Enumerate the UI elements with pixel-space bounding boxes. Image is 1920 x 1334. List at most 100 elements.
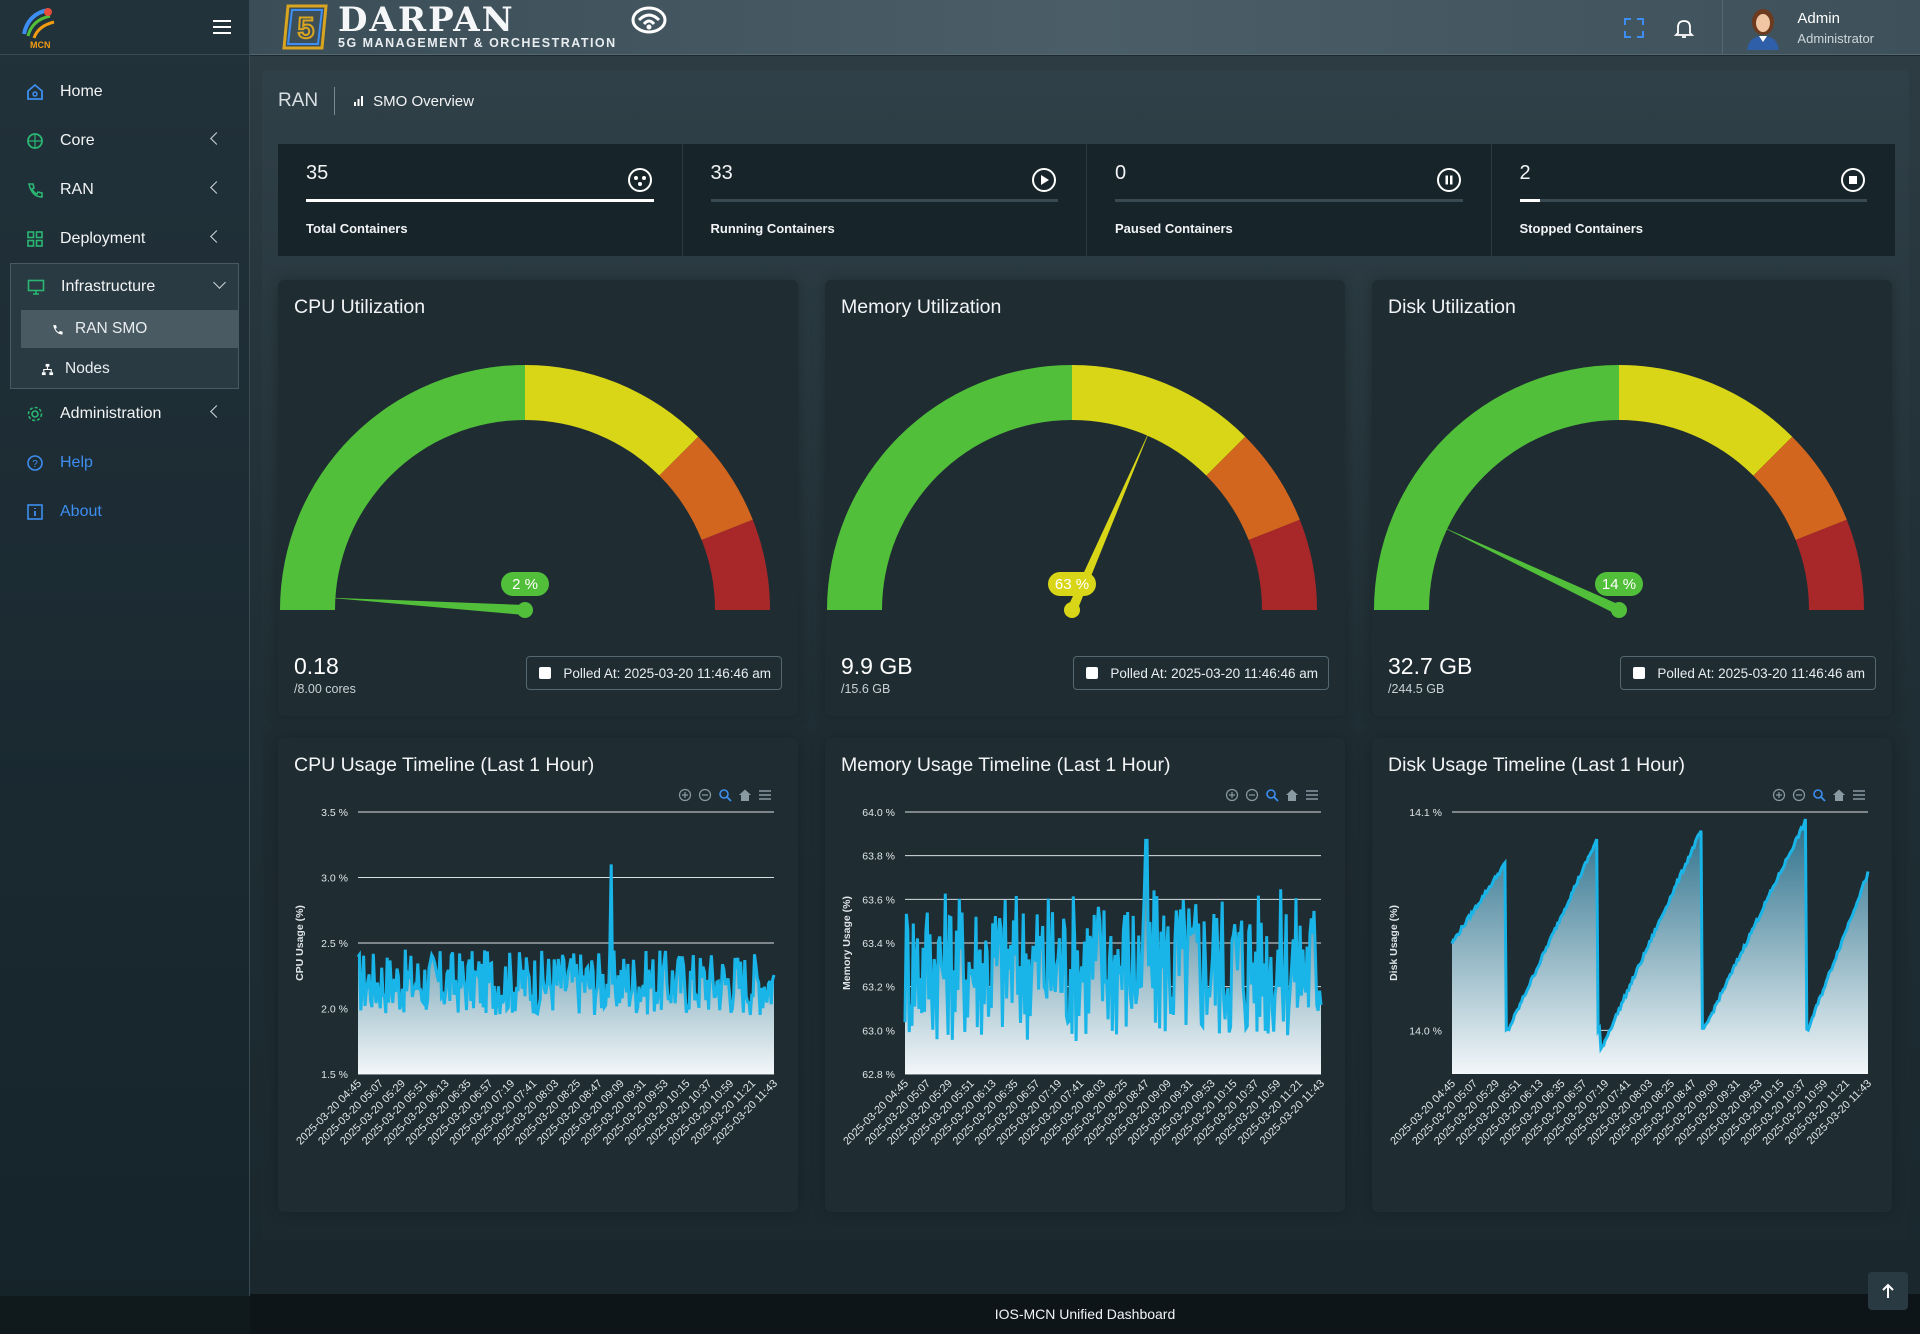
sidebar-item-administration[interactable]: Administration — [0, 389, 249, 438]
chart-menu-icon[interactable] — [1305, 788, 1319, 802]
gauge-card: 2 % CPU Utilization 0.18 /8.00 cores Pol… — [278, 280, 798, 716]
stat-progress-bar — [710, 199, 1058, 202]
gear-icon — [25, 404, 45, 424]
scroll-to-top-button[interactable] — [1868, 1272, 1908, 1310]
brand[interactable]: 5 DARPAN 5G MANAGEMENT & ORCHESTRATION — [280, 2, 669, 52]
zoom-out-icon[interactable] — [1792, 788, 1806, 802]
stat-label: Total Containers — [306, 221, 408, 236]
chevron-left-icon — [210, 405, 223, 418]
gauge-value: 32.7 GB — [1388, 653, 1473, 679]
y-tick-label: 63.4 % — [862, 938, 895, 950]
y-tick-label: 63.0 % — [862, 1025, 895, 1037]
zoom-out-icon[interactable] — [698, 788, 712, 802]
y-tick-label: 14.0 % — [1409, 1025, 1442, 1037]
timeline-title: Disk Usage Timeline (Last 1 Hour) — [1388, 754, 1685, 776]
docker-icon — [627, 168, 652, 192]
timeline-title: Memory Usage Timeline (Last 1 Hour) — [841, 754, 1171, 776]
chevron-down-icon — [213, 276, 226, 289]
sidebar-item-core[interactable]: Core — [0, 116, 249, 165]
arrow-up-icon — [1882, 1283, 1894, 1298]
play-icon — [1032, 168, 1056, 192]
chart-menu-icon[interactable] — [1852, 788, 1866, 802]
sidebar: MCN Home Core RAN Deployment Infrastruct… — [0, 0, 250, 1334]
gauge-capacity: /15.6 GB — [841, 682, 891, 696]
zoom-in-icon[interactable] — [1772, 788, 1786, 802]
selection-zoom-icon[interactable] — [718, 788, 732, 802]
sidebar-item-label: Core — [60, 131, 95, 149]
stat-card: 2 Stopped Containers — [1492, 144, 1896, 256]
breadcrumb-current: SMO Overview — [353, 93, 474, 110]
sidebar-subitem-ran-smo[interactable]: RAN SMO — [21, 310, 238, 348]
logo-label: MCN — [30, 40, 51, 50]
sidebar-subitem-label: Nodes — [65, 360, 110, 377]
gauge-band — [1072, 365, 1246, 476]
timeline-card: 3.5 % 3.0 % 2.5 % 2.0 % 1.5 % CPU Usage (%) 20… — [278, 738, 798, 1212]
gauge-band — [827, 365, 1072, 610]
menu-toggle-icon[interactable] — [213, 20, 231, 34]
gauge-card: 63 % Memory Utilization 9.9 GB /15.6 GB … — [825, 280, 1345, 716]
sidebar-subitem-nodes[interactable]: Nodes — [11, 350, 238, 388]
y-tick-label: 2.5 % — [321, 938, 348, 950]
selection-zoom-icon[interactable] — [1265, 788, 1279, 802]
user-menu[interactable]: Admin Administrator — [1722, 0, 1920, 55]
gauge-percent-label: 2 % — [512, 576, 538, 593]
stat-value: 2 — [1519, 162, 1531, 184]
breadcrumb-current-label: SMO Overview — [373, 92, 474, 110]
series-line — [903, 838, 1323, 1042]
y-tick-label: 63.6 % — [862, 894, 895, 906]
gauge-percent-label: 63 % — [1055, 576, 1089, 593]
y-tick-label: 62.8 % — [862, 1069, 895, 1081]
checkbox-icon — [539, 667, 552, 679]
home-icon — [25, 82, 45, 102]
sidebar-item-label: Administration — [60, 404, 162, 422]
gauge-title: Disk Utilization — [1388, 296, 1516, 318]
phone-icon — [25, 180, 45, 200]
sitemap-icon — [41, 363, 55, 376]
gauge-hub — [1064, 602, 1080, 618]
stat-card: 0 Paused Containers — [1087, 144, 1492, 256]
gauge-needle — [1438, 524, 1622, 615]
zoom-in-icon[interactable] — [678, 788, 692, 802]
sidebar-item-deployment[interactable]: Deployment — [0, 214, 249, 263]
reset-home-icon[interactable] — [738, 788, 752, 802]
stat-value: 33 — [710, 162, 733, 184]
sidebar-item-infrastructure[interactable]: Infrastructure — [11, 264, 238, 310]
gauge-band — [1619, 365, 1793, 476]
reset-home-icon[interactable] — [1832, 788, 1846, 802]
footer: IOS-MCN Unified Dashboard — [250, 1294, 1920, 1334]
bell-icon[interactable] — [1672, 16, 1696, 40]
mcn-logo[interactable]: MCN — [18, 4, 58, 50]
gauge-band — [280, 365, 525, 610]
y-tick-label: 63.2 % — [862, 982, 895, 994]
top-header: 5 DARPAN 5G MANAGEMENT & ORCHESTRATION A… — [250, 0, 1920, 55]
timeline-chart: 64.0 % 63.8 % 63.6 % 63.4 % 63.2 % 63.0 % 62.8… — [841, 807, 1327, 1148]
zoom-out-icon[interactable] — [1245, 788, 1259, 802]
sidebar-item-ran[interactable]: RAN — [0, 165, 249, 214]
pause-icon — [1436, 168, 1461, 192]
sidebar-item-home[interactable]: Home — [0, 67, 249, 116]
stat-progress-bar — [1115, 199, 1463, 202]
main-content: RAN SMO Overview 35 Total Containers 33 … — [250, 56, 1920, 1294]
reset-home-icon[interactable] — [1285, 788, 1299, 802]
sidebar-item-about[interactable]: About — [0, 487, 249, 536]
fullscreen-icon[interactable] — [1622, 16, 1646, 40]
selection-zoom-icon[interactable] — [1812, 788, 1826, 802]
user-name: Admin — [1797, 9, 1840, 27]
sidebar-item-help[interactable]: ? Help — [0, 438, 249, 487]
gauge-chart: 14 % — [1374, 365, 1864, 618]
zoom-in-icon[interactable] — [1225, 788, 1239, 802]
brand-subtitle: 5G MANAGEMENT & ORCHESTRATION — [338, 36, 617, 50]
timeline-chart: 14.1 %14.0 %Disk Usage (%)2025-03-20 04:… — [1388, 807, 1874, 1148]
chart-menu-icon[interactable] — [758, 788, 772, 802]
gauge-chart: 2 % — [280, 365, 770, 618]
svg-text:?: ? — [32, 459, 38, 470]
y-axis-label: Disk Usage (%) — [1388, 905, 1400, 981]
signal-logo-icon — [631, 6, 667, 34]
y-axis-label: Memory Usage (%) — [841, 896, 853, 990]
breadcrumb-main[interactable]: RAN — [278, 87, 336, 115]
polled-at-badge: Polled At: 2025-03-20 11:46:46 am — [526, 656, 782, 690]
stat-value: 0 — [1115, 162, 1127, 184]
sidebar-subitem-label: RAN SMO — [75, 320, 148, 337]
sidebar-item-label: RAN — [60, 180, 94, 198]
gauge-value: 0.18 — [294, 653, 339, 679]
